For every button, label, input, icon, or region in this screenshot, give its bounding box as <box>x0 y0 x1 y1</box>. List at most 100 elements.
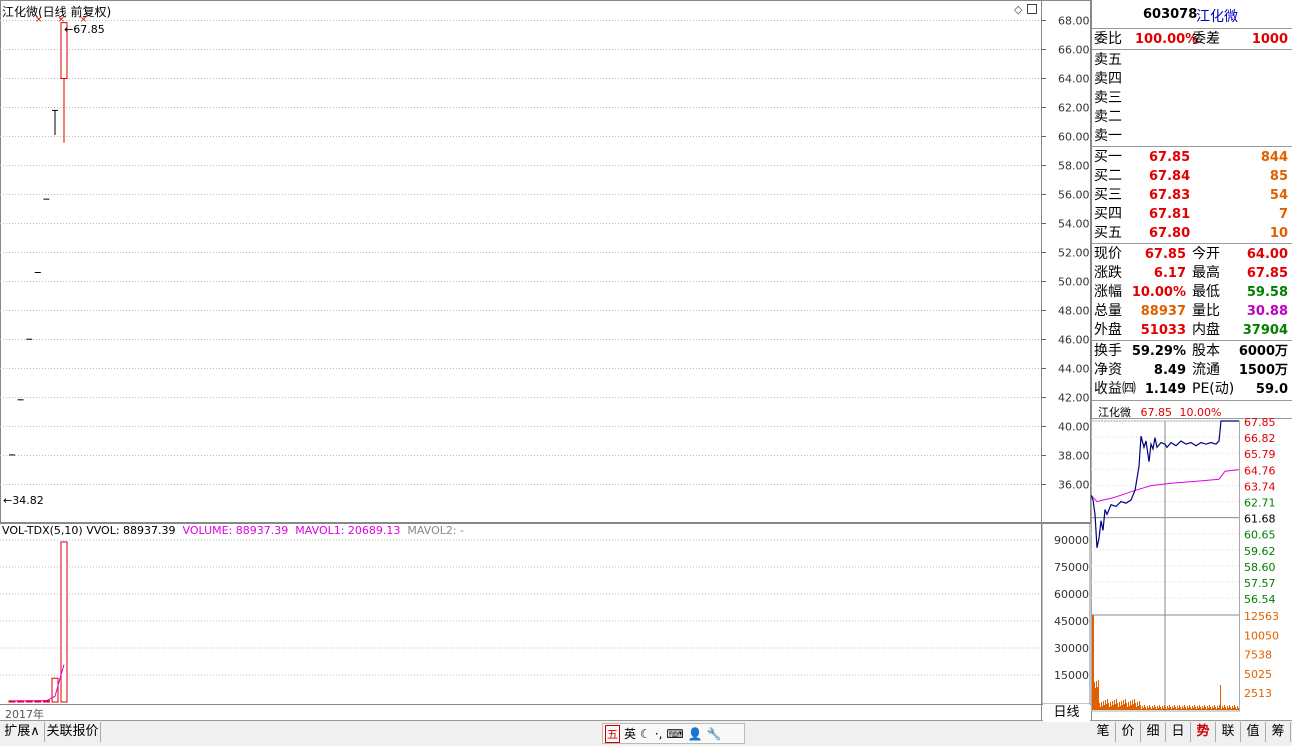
sell-row: 卖四 <box>1093 70 1290 89</box>
buy-row: 买五 67.80 10 <box>1093 224 1290 243</box>
stat-value: 64.00 <box>1246 247 1288 262</box>
stat-label: 今开 <box>1192 246 1220 262</box>
side-tab-7[interactable]: 筹 <box>1266 722 1291 742</box>
buy-row: 买二 67.84 85 <box>1093 167 1290 186</box>
weibi-label: 委比 <box>1094 31 1122 47</box>
kline-chart[interactable]: 68.00 66.00 64.00 62.00 60.00 58.00 56.00 54.00… <box>0 0 1091 720</box>
weibi-row: 委比 100.00% 委差 1000 <box>1093 30 1290 49</box>
vol-mavol1: MAVOL1: 20689.13 <box>295 524 401 537</box>
y-tick-label: 68.00 <box>1058 15 1090 28</box>
diamond-icon[interactable]: ◇ <box>1014 3 1022 16</box>
buy-row: 买四 67.81 7 <box>1093 205 1290 224</box>
mini-price-tick: 62.71 <box>1244 497 1276 510</box>
y-tick-label: 64.00 <box>1058 73 1090 86</box>
buy-price: 67.81 <box>1149 207 1191 222</box>
mini-vol-tick: 7538 <box>1244 649 1272 662</box>
y-tick-label: 38.00 <box>1058 450 1090 463</box>
buy-row: 买三 67.83 54 <box>1093 186 1290 205</box>
sell-row: 卖二 <box>1093 108 1290 127</box>
volume-bar <box>60 541 68 703</box>
stat-label: 流通 <box>1192 362 1220 378</box>
stat-label: 量比 <box>1192 303 1220 319</box>
y-tick-label: 48.00 <box>1058 305 1090 318</box>
buy-volume: 85 <box>1269 169 1288 184</box>
weibi-value: 100.00% <box>1135 32 1199 47</box>
stat-value: 1.149 <box>1144 382 1186 397</box>
stat-label: 总量 <box>1094 303 1122 319</box>
buy-volume: 54 <box>1269 188 1288 203</box>
side-tab-2[interactable]: 细 <box>1141 722 1166 742</box>
y-tick-label: 62.00 <box>1058 102 1090 115</box>
stat-label: 净资 <box>1094 362 1122 378</box>
bottom-tab-0[interactable]: 扩展∧ <box>0 722 45 742</box>
ime-button-3[interactable]: ·, <box>655 727 663 741</box>
buy-label: 买三 <box>1094 187 1122 203</box>
vol-y-tick-label: 30000 <box>1054 642 1089 655</box>
y-tick-label: 40.00 <box>1058 421 1090 434</box>
vol-mavol2: MAVOL2: - <box>407 524 465 537</box>
ime-button-6[interactable]: 🔧 <box>707 727 722 741</box>
y-tick-label: 36.00 <box>1058 479 1090 492</box>
stat-value: 67.85 <box>1246 266 1288 281</box>
buy-label: 买四 <box>1094 206 1122 222</box>
y-tick-label: 60.00 <box>1058 131 1090 144</box>
y-tick-label: 42.00 <box>1058 392 1090 405</box>
buy-label: 买一 <box>1094 149 1122 165</box>
stat-value: 88937 <box>1140 304 1186 319</box>
stat-value: 10.00% <box>1131 285 1186 300</box>
stat-label: 换手 <box>1094 343 1122 359</box>
buy-volume: 10 <box>1269 226 1288 241</box>
side-tab-3[interactable]: 日 <box>1166 722 1191 742</box>
stat-label: 内盘 <box>1192 322 1220 338</box>
stat-value: 37904 <box>1242 323 1288 338</box>
intraday-mini-chart[interactable]: 67.85 66.82 65.79 64.76 63.74 62.71 61.68 60.65… <box>1091 418 1292 712</box>
square-icon[interactable] <box>1027 4 1037 14</box>
buy-volume: 844 <box>1260 150 1288 165</box>
weicha-value: 1000 <box>1251 32 1288 47</box>
ime-button-0[interactable]: 五 <box>605 724 620 743</box>
buy-volume: 7 <box>1278 207 1288 222</box>
ime-button-2[interactable]: ☾ <box>640 727 651 741</box>
mini-price-tick: 57.57 <box>1244 577 1276 590</box>
buy-price: 67.85 <box>1149 150 1191 165</box>
stat-value: 6000万 <box>1238 344 1288 359</box>
vol-y-tick-label: 90000 <box>1054 534 1089 547</box>
stat-label: 股本 <box>1192 343 1220 359</box>
mini-price-tick: 67.85 <box>1244 418 1276 429</box>
stats-row: 涨幅 10.00% 最低 59.58 <box>1093 283 1290 302</box>
stats-row: 现价 67.85 今开 64.00 <box>1093 245 1290 264</box>
bottom-tab-1[interactable]: 关联报价 <box>45 722 101 742</box>
stat-label: PE(动) <box>1192 381 1235 397</box>
stat-value: 6.17 <box>1153 266 1186 281</box>
mini-price-tick: 64.76 <box>1244 464 1276 477</box>
buy-label: 买五 <box>1094 225 1122 241</box>
side-tab-4[interactable]: 势 <box>1191 722 1216 742</box>
stats-row: 换手 59.29% 股本 6000万 <box>1093 342 1290 361</box>
side-tab-6[interactable]: 值 <box>1241 722 1266 742</box>
sell-label: 卖二 <box>1094 109 1122 125</box>
ime-button-1[interactable]: 英 <box>624 725 636 742</box>
vol-volume: VOLUME: 88937.39 <box>182 524 289 537</box>
y-tick-label: 54.00 <box>1058 218 1090 231</box>
mini-price-tick: 61.68 <box>1244 513 1276 526</box>
low-price-label: ←34.82 <box>3 494 44 507</box>
side-tab-5[interactable]: 联 <box>1216 722 1241 742</box>
mini-price-tick: 65.79 <box>1244 448 1276 461</box>
side-tab-1[interactable]: 价 <box>1116 722 1141 742</box>
y-tick-label: 44.00 <box>1058 363 1090 376</box>
mini-price-tick: 63.74 <box>1244 480 1276 493</box>
ime-button-5[interactable]: 👤 <box>688 727 703 741</box>
side-tab-0[interactable]: 笔 <box>1091 722 1116 742</box>
stat-value: 67.85 <box>1144 247 1186 262</box>
stat-label: 涨幅 <box>1094 284 1122 300</box>
period-label[interactable]: 日线 <box>1043 704 1090 722</box>
stats-row: 总量 88937 量比 30.88 <box>1093 302 1290 321</box>
mini-price-tick: 60.65 <box>1244 529 1276 542</box>
stat-label: 外盘 <box>1094 322 1122 338</box>
volume-header: VOL-TDX(5,10) VVOL: 88937.39 VOLUME: 889… <box>2 524 464 537</box>
stat-label: 涨跌 <box>1094 265 1122 281</box>
buy-label: 买二 <box>1094 168 1122 184</box>
ime-toolbar: 五英 ☾ ·, ⌨ 👤 🔧 <box>602 723 745 744</box>
ime-button-4[interactable]: ⌨ <box>666 727 683 741</box>
vol-y-tick-label: 45000 <box>1054 615 1089 628</box>
